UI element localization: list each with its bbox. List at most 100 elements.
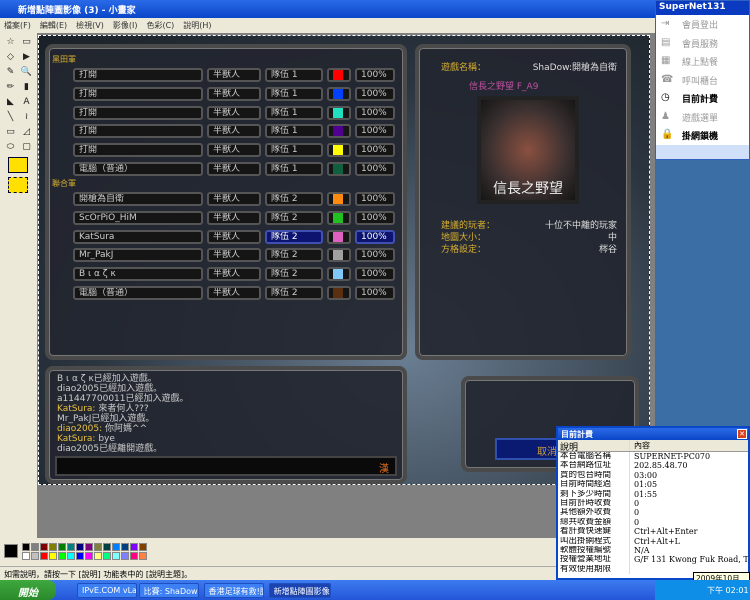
close-icon[interactable]: ✕ (737, 429, 747, 439)
palette-color[interactable] (103, 552, 111, 560)
race-select[interactable]: 半獸人 (207, 267, 261, 282)
palette-color[interactable] (139, 552, 147, 560)
player-name[interactable]: 打開 (73, 105, 203, 120)
palette-color[interactable] (94, 543, 102, 551)
transparent-mode-icon[interactable] (8, 177, 28, 193)
color-select[interactable] (327, 267, 351, 282)
team-select[interactable]: 隊伍 2 (265, 267, 323, 282)
race-select[interactable]: 半獸人 (207, 143, 261, 158)
supernet-item[interactable]: 🔒 掛網鎖機 (656, 126, 749, 145)
palette-color[interactable] (130, 543, 138, 551)
team-select[interactable]: 隊伍 2 (265, 210, 323, 225)
race-select[interactable]: 半獸人 (207, 210, 261, 225)
team-select[interactable]: 隊伍 2 (265, 248, 323, 263)
start-button[interactable]: 開始 (0, 580, 56, 600)
color-select[interactable] (327, 229, 351, 244)
player-name[interactable]: Mr_PakJ (73, 248, 203, 263)
free-select-icon[interactable]: ☆ (4, 37, 17, 50)
handicap-select[interactable]: 100% (355, 105, 395, 120)
palette-color[interactable] (58, 552, 66, 560)
player-name[interactable]: 打開 (73, 143, 203, 158)
polygon-icon[interactable]: ◿ (20, 127, 33, 140)
player-name[interactable]: 電腦（普通） (73, 162, 203, 176)
airbrush-icon[interactable]: ◣ (4, 97, 17, 110)
player-name[interactable]: 打開 (73, 68, 203, 82)
palette-color[interactable] (40, 543, 48, 551)
team-select[interactable]: 隊伍 1 (265, 162, 323, 176)
brush-icon[interactable]: ▮ (20, 82, 33, 95)
curve-icon[interactable]: ≀ (20, 112, 33, 125)
player-name[interactable]: 開槍為自衛 (73, 192, 203, 206)
line-icon[interactable]: ╲ (4, 112, 17, 125)
supernet-item[interactable]: ☎ 呼叫櫃台 (656, 71, 749, 90)
color-select[interactable] (327, 210, 351, 225)
rounded-rect-icon[interactable]: ▢ (20, 142, 33, 155)
menu-item[interactable]: 色彩(C) (146, 21, 174, 30)
race-select[interactable]: 半獸人 (207, 248, 261, 263)
race-select[interactable]: 半獸人 (207, 162, 261, 176)
handicap-select[interactable]: 100% (355, 124, 395, 139)
menu-item[interactable]: 檔案(F) (4, 21, 31, 30)
palette-color[interactable] (103, 543, 111, 551)
handicap-select[interactable]: 100% (355, 68, 395, 82)
palette-color[interactable] (76, 543, 84, 551)
player-name[interactable]: 打開 (73, 86, 203, 101)
color-select[interactable] (327, 192, 351, 206)
palette-color[interactable] (121, 552, 129, 560)
supernet-item[interactable]: ⇥ 會員登出 (656, 15, 749, 34)
player-name[interactable]: KatSura (73, 229, 203, 244)
chat-input[interactable]: 漢 (55, 456, 397, 476)
supernet-item[interactable]: ▦ 線上點餐 (656, 52, 749, 71)
race-select[interactable]: 半獸人 (207, 229, 261, 244)
team-select[interactable]: 隊伍 1 (265, 124, 323, 139)
palette-color[interactable] (31, 552, 39, 560)
palette-color[interactable] (112, 543, 120, 551)
eraser-icon[interactable]: ◇ (4, 52, 17, 65)
player-name[interactable]: ScOrPiO_HiM (73, 210, 203, 225)
palette-color[interactable] (40, 552, 48, 560)
race-select[interactable]: 半獸人 (207, 286, 261, 300)
team-select[interactable]: 隊伍 1 (265, 105, 323, 120)
text-icon[interactable]: A (20, 97, 33, 110)
color-select[interactable] (327, 68, 351, 82)
handicap-select[interactable]: 100% (355, 162, 395, 176)
palette-color[interactable] (58, 543, 66, 551)
team-select[interactable]: 隊伍 2 (265, 286, 323, 300)
palette-color[interactable] (130, 552, 138, 560)
palette-color[interactable] (94, 552, 102, 560)
handicap-select[interactable]: 100% (355, 192, 395, 206)
handicap-select[interactable]: 100% (355, 210, 395, 225)
taskbar-item[interactable]: 比賽: ShaDow vs 華K... (138, 583, 199, 598)
col-header-desc[interactable]: 說明 (558, 440, 630, 451)
supernet-item[interactable]: ♟ 遊戲選單 (656, 108, 749, 127)
palette-color[interactable] (76, 552, 84, 560)
palette-color[interactable] (49, 543, 57, 551)
palette-color[interactable] (85, 543, 93, 551)
palette-color[interactable] (31, 543, 39, 551)
handicap-select[interactable]: 100% (355, 248, 395, 263)
handicap-select[interactable]: 100% (355, 229, 395, 244)
palette-color[interactable] (22, 552, 30, 560)
color-select[interactable] (327, 248, 351, 263)
select-icon[interactable]: ▭ (20, 37, 33, 50)
palette-color[interactable] (67, 543, 75, 551)
color-select[interactable] (327, 162, 351, 176)
team-select[interactable]: 隊伍 2 (265, 229, 323, 244)
race-select[interactable]: 半獸人 (207, 192, 261, 206)
color-select[interactable] (327, 124, 351, 139)
race-select[interactable]: 半獸人 (207, 105, 261, 120)
palette-color[interactable] (85, 552, 93, 560)
menu-item[interactable]: 說明(H) (183, 21, 211, 30)
rectangle-icon[interactable]: ▭ (4, 127, 17, 140)
palette-color[interactable] (67, 552, 75, 560)
race-select[interactable]: 半獸人 (207, 124, 261, 139)
fill-icon[interactable]: ▶ (20, 52, 33, 65)
player-name[interactable]: Β ι α ζ κ (73, 267, 203, 282)
player-name[interactable]: 電腦（普通） (73, 286, 203, 300)
opaque-mode-icon[interactable] (8, 157, 28, 173)
color-select[interactable] (327, 86, 351, 101)
race-select[interactable]: 半獸人 (207, 86, 261, 101)
race-select[interactable]: 半獸人 (207, 68, 261, 82)
palette-color[interactable] (139, 543, 147, 551)
player-name[interactable]: 打開 (73, 124, 203, 139)
